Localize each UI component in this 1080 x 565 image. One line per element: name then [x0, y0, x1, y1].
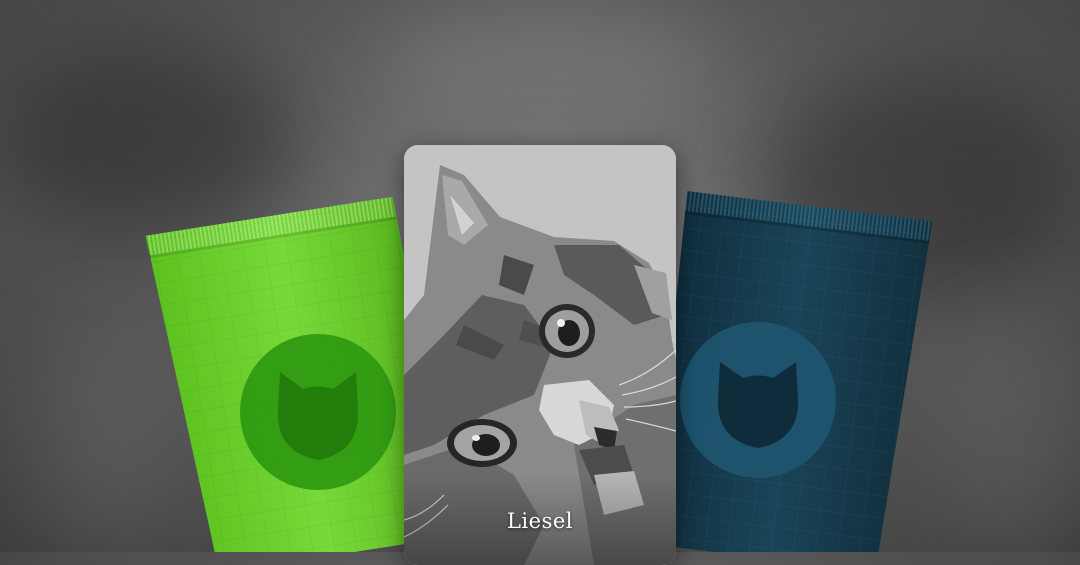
card-name: Liesel	[506, 509, 573, 533]
character-card[interactable]: Liesel	[404, 145, 676, 565]
cat-portrait	[404, 145, 676, 565]
